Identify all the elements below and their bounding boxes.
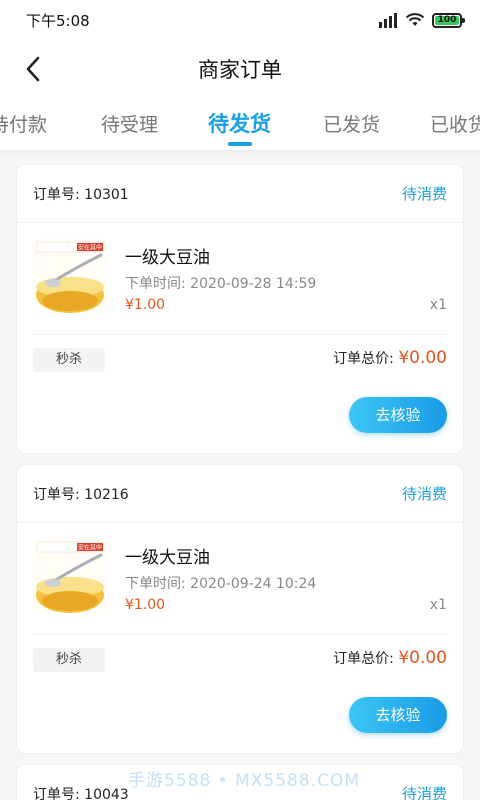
order-total-amount: ¥0.00 xyxy=(398,348,447,368)
order-time: 下单时间: 2020-09-24 10:24 xyxy=(125,576,317,592)
thumb-label: 安在其中 xyxy=(78,544,102,552)
status-bar: 下午5:08 100 xyxy=(0,0,480,40)
thumb-label: 安在其中 xyxy=(78,244,102,252)
goods-quantity: x1 xyxy=(429,597,447,613)
order-total: 订单总价: ¥0.00 xyxy=(333,348,447,368)
tab-divider xyxy=(0,150,480,154)
order-total-amount: ¥0.00 xyxy=(398,648,447,668)
order-card[interactable]: 订单号: 10301 待消费 安在其中 一级大豆油 下单时间: 2020-09-… xyxy=(16,164,464,454)
order-card-footer: 秒杀 订单总价: ¥0.00 去核验 xyxy=(33,635,447,753)
tab-shipped[interactable]: 已发货 xyxy=(323,110,380,137)
goods-quantity: x1 xyxy=(429,297,447,313)
tab-pending-acceptance[interactable]: 待受理 xyxy=(101,110,158,137)
tab-received[interactable]: 已收货 xyxy=(430,110,480,137)
wifi-icon xyxy=(405,13,425,26)
order-status: 待消费 xyxy=(401,185,447,203)
page-title: 商家订单 xyxy=(198,58,282,82)
order-card-header: 订单号: 10301 待消费 xyxy=(17,165,463,223)
order-goods-row[interactable]: 安在其中 一级大豆油 下单时间: 2020-09-28 14:59 ¥1.00 … xyxy=(33,223,447,335)
promo-tag: 秒杀 xyxy=(33,648,105,672)
soybean-oil-image: 安在其中 xyxy=(33,239,107,313)
watermark: 手游5588 • MX5588.COM xyxy=(128,771,360,791)
order-total: 订单总价: ¥0.00 xyxy=(333,648,447,668)
status-time: 下午5:08 xyxy=(26,11,90,30)
goods-name: 一级大豆油 xyxy=(125,548,210,568)
order-goods-row[interactable]: 安在其中 一级大豆油 下单时间: 2020-09-24 10:24 ¥1.00 … xyxy=(33,523,447,635)
order-time: 下单时间: 2020-09-28 14:59 xyxy=(125,276,317,292)
order-card-header: 订单号: 10216 待消费 xyxy=(17,465,463,523)
soybean-oil-image: 安在其中 xyxy=(33,539,107,613)
order-status-tabs: 待付款 待受理 待发货 已发货 已收货 xyxy=(0,98,480,150)
status-icons: 100 xyxy=(378,12,465,28)
goods-thumbnail: 安在其中 xyxy=(33,239,107,313)
verify-button[interactable]: 去核验 xyxy=(349,697,447,733)
order-status: 待消费 xyxy=(401,485,447,503)
tab-pending-payment[interactable]: 待付款 xyxy=(0,110,47,137)
order-total-label: 订单总价: xyxy=(333,651,399,667)
goods-price: ¥1.00 xyxy=(125,297,166,313)
goods-name: 一级大豆油 xyxy=(125,248,210,268)
battery-icon: 100 xyxy=(432,12,465,28)
order-total-label: 订单总价: xyxy=(333,351,399,367)
goods-price: ¥1.00 xyxy=(125,597,166,613)
order-number: 订单号: 10301 xyxy=(33,186,129,203)
back-button[interactable] xyxy=(16,52,50,86)
verify-button[interactable]: 去核验 xyxy=(349,397,447,433)
order-card[interactable]: 订单号: 10216 待消费 安在其中 一级大豆油 下单时间: 2020-09-… xyxy=(16,464,464,754)
order-number: 订单号: 10216 xyxy=(33,486,129,503)
tab-active-indicator xyxy=(228,142,252,146)
order-card-footer: 秒杀 订单总价: ¥0.00 去核验 xyxy=(33,335,447,453)
signal-icon xyxy=(379,13,397,28)
battery-level: 100 xyxy=(435,15,459,25)
chevron-left-icon xyxy=(26,56,40,82)
order-status: 待消费 xyxy=(401,785,447,800)
nav-bar: 商家订单 xyxy=(0,40,480,98)
goods-thumbnail: 安在其中 xyxy=(33,539,107,613)
tab-pending-shipment[interactable]: 待发货 xyxy=(208,108,271,138)
order-number: 订单号: 10043 xyxy=(33,786,129,800)
promo-tag: 秒杀 xyxy=(33,348,105,372)
